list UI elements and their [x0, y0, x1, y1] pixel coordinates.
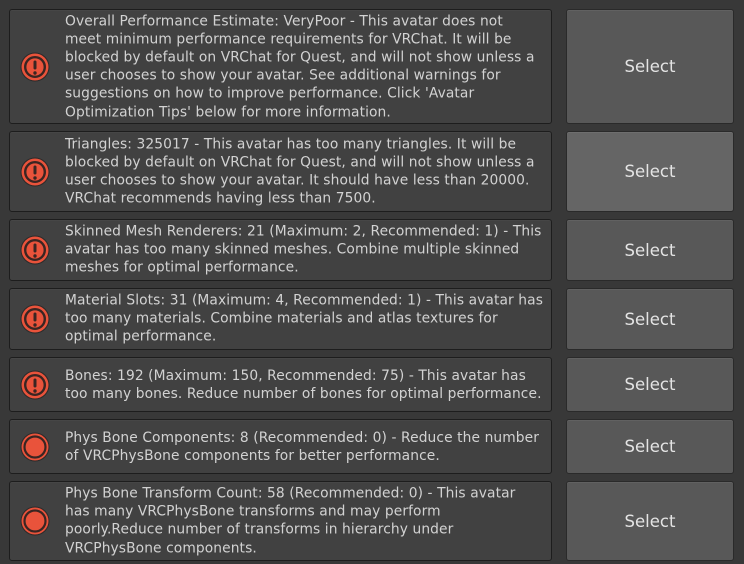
warning-dot-icon	[20, 432, 50, 462]
issue-message-box: Phys Bone Transform Count: 58 (Recommend…	[9, 481, 552, 561]
issue-message-box: Triangles: 325017 - This avatar has too …	[9, 131, 552, 212]
issue-message-box: Skinned Mesh Renderers: 21 (Maximum: 2, …	[9, 219, 552, 281]
performance-issues-list: Overall Performance Estimate: VeryPoor -…	[0, 0, 744, 564]
error-exclamation-icon	[20, 52, 50, 82]
issue-row-bones: Bones: 192 (Maximum: 150, Recommended: 7…	[0, 357, 744, 412]
issue-row-skinned-mesh-renderers: Skinned Mesh Renderers: 21 (Maximum: 2, …	[0, 219, 744, 281]
issue-text: Material Slots: 31 (Maximum: 4, Recommen…	[65, 292, 543, 346]
issue-message-box: Overall Performance Estimate: VeryPoor -…	[9, 9, 552, 124]
issue-text: Skinned Mesh Renderers: 21 (Maximum: 2, …	[65, 223, 542, 277]
issue-message-box: Phys Bone Components: 8 (Recommended: 0)…	[9, 419, 552, 474]
issue-text: Bones: 192 (Maximum: 150, Recommended: 7…	[65, 367, 542, 402]
select-button[interactable]: Select	[566, 288, 734, 350]
issue-row-triangles: Triangles: 325017 - This avatar has too …	[0, 131, 744, 212]
issue-row-phys-bone-transform-count: Phys Bone Transform Count: 58 (Recommend…	[0, 481, 744, 561]
select-button[interactable]: Select	[566, 219, 734, 281]
issue-row-overall-performance: Overall Performance Estimate: VeryPoor -…	[0, 9, 744, 124]
select-button[interactable]: Select	[566, 357, 734, 412]
error-exclamation-icon	[20, 304, 50, 334]
select-button[interactable]: Select	[566, 131, 734, 212]
error-exclamation-icon	[20, 235, 50, 265]
issue-message-box: Material Slots: 31 (Maximum: 4, Recommen…	[9, 288, 552, 350]
issue-text: Phys Bone Components: 8 (Recommended: 0)…	[65, 429, 540, 464]
issue-message-box: Bones: 192 (Maximum: 150, Recommended: 7…	[9, 357, 552, 412]
select-button[interactable]: Select	[566, 481, 734, 561]
issue-row-material-slots: Material Slots: 31 (Maximum: 4, Recommen…	[0, 288, 744, 350]
error-exclamation-icon	[20, 157, 50, 187]
error-exclamation-icon	[20, 370, 50, 400]
issue-text: Overall Performance Estimate: VeryPoor -…	[65, 12, 535, 120]
issue-text: Phys Bone Transform Count: 58 (Recommend…	[65, 485, 516, 557]
warning-dot-icon	[20, 506, 50, 536]
select-button[interactable]: Select	[566, 9, 734, 124]
issue-text: Triangles: 325017 - This avatar has too …	[65, 136, 535, 207]
issue-row-phys-bone-components: Phys Bone Components: 8 (Recommended: 0)…	[0, 419, 744, 474]
select-button[interactable]: Select	[566, 419, 734, 474]
